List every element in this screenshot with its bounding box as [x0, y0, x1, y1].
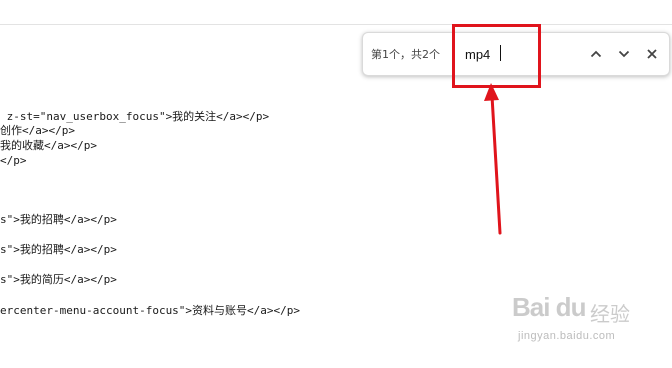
baidu-watermark: Bai du 经验 jingyan.baidu.com	[512, 290, 662, 350]
watermark-label: 经验	[590, 302, 630, 326]
watermark-logo: Bai du	[512, 292, 586, 322]
watermark-url: jingyan.baidu.com	[518, 330, 616, 342]
